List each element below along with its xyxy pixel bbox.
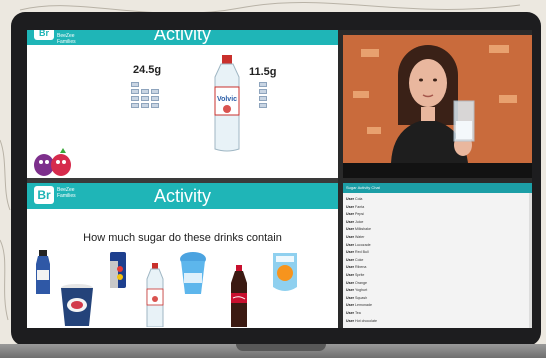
slide-header: Br BeeZee Families Activity: [27, 183, 338, 209]
chat-message-text: Sprite: [355, 273, 365, 277]
svg-text:Volvic: Volvic: [217, 96, 237, 103]
slide-question: How much sugar do these drinks contain: [83, 232, 282, 244]
chat-message: User Squash: [346, 296, 367, 300]
sugar-amount-left: 24.5g: [133, 64, 162, 76]
chat-message-user: User: [346, 212, 354, 217]
slide-header: Br BeeZee Families Activity: [27, 30, 338, 45]
slide-title: Activity: [153, 186, 211, 206]
chat-panel: Sugar Activity Chat User Cola User Fanta U…: [343, 183, 532, 328]
top-slide: Br BeeZee Families Activity 24.5g 11.5g: [27, 30, 338, 178]
chat-header: Sugar Activity Chat: [343, 183, 532, 193]
chat-message: User Water: [346, 235, 364, 239]
slide-title: Activity: [153, 30, 211, 44]
chat-message-text: Ribena: [355, 265, 367, 270]
chat-message: User Red Bull: [346, 250, 369, 254]
chat-message-text: Cola: [355, 197, 363, 201]
water-bottle-image: Volvic: [214, 55, 240, 152]
chat-message-user: User: [346, 197, 354, 201]
chat-message-user: User: [346, 280, 354, 285]
chat-message-user: User: [346, 295, 354, 300]
chat-scrollbar[interactable]: [529, 193, 532, 328]
chat-message-user: User: [346, 227, 354, 232]
flavoured-water-bottle-image: [146, 263, 164, 327]
chat-message-user: User: [346, 303, 354, 308]
chat-message-user: User: [346, 288, 354, 293]
chat-message-text: Yoghurt: [354, 288, 368, 293]
chat-message-text: Water: [355, 235, 365, 239]
yoghurt-pot-image: [61, 284, 93, 326]
chat-message: User Tea: [346, 311, 361, 315]
chat-message: User Lucozade: [346, 243, 371, 247]
chat-message-text: Hot chocolate: [355, 318, 377, 323]
chat-message: User Cola: [346, 197, 362, 201]
chat-message-user: User: [346, 250, 354, 255]
chat-message-text: Milkshake: [355, 227, 371, 232]
chat-message-text: Tea: [354, 311, 361, 315]
video-controls-bar: [343, 163, 532, 178]
chat-message-text: Squash: [355, 295, 368, 300]
chat-message-text: Lemonade: [355, 303, 372, 308]
energy-drink-can-image: [110, 252, 126, 288]
chat-message: User Fanta: [346, 205, 364, 209]
screen: Br BeeZee Families Activity 24.5g 11.5g: [27, 30, 532, 328]
chat-message-text: Pepsi: [355, 212, 364, 217]
bottom-slide: Br BeeZee Families Activity How much sug…: [27, 183, 338, 328]
cola-bottle-image: [231, 265, 247, 327]
chat-message: User Juice: [346, 220, 363, 224]
chat-message-text: Fanta: [355, 204, 365, 209]
chat-message-user: User: [346, 265, 354, 270]
chat-message: User Coke: [346, 258, 363, 262]
slushie-cup-image: [180, 252, 206, 294]
juice-pouch-image: [273, 253, 297, 291]
chat-message-text: Red Bull: [355, 250, 369, 255]
chat-message-text: Orange: [355, 280, 367, 285]
chat-message-user: User: [346, 318, 354, 323]
chat-message: User Sprite: [346, 273, 364, 277]
chat-message: User Yoghurt: [346, 288, 367, 292]
presenter-video-image: [343, 35, 532, 163]
chat-message: User Ribena: [346, 265, 366, 269]
chat-message-text: Lucozade: [355, 242, 371, 247]
chat-message-text: Coke: [355, 257, 364, 262]
chat-message: User Hot chocolate: [346, 319, 377, 323]
presenter-video: [343, 35, 532, 163]
chat-message-user: User: [346, 311, 354, 315]
chat-message-user: User: [346, 204, 354, 209]
chat-message: User Pepsi: [346, 212, 364, 216]
chat-message-user: User: [346, 257, 354, 262]
chat-message: User Lemonade: [346, 303, 372, 307]
chat-message: User Milkshake: [346, 227, 371, 231]
mascot-icon: [34, 148, 71, 176]
chat-message-user: User: [346, 235, 354, 239]
milkshake-bottle-image: [36, 250, 50, 294]
chat-message: User Orange: [346, 281, 367, 285]
chat-message-user: User: [346, 219, 354, 224]
laptop-notch: [236, 344, 326, 351]
sugar-amount-right: 11.5g: [249, 66, 277, 78]
chat-message-user: User: [346, 242, 354, 247]
chat-message-text: Juice: [355, 219, 364, 224]
chat-message-user: User: [346, 273, 354, 277]
